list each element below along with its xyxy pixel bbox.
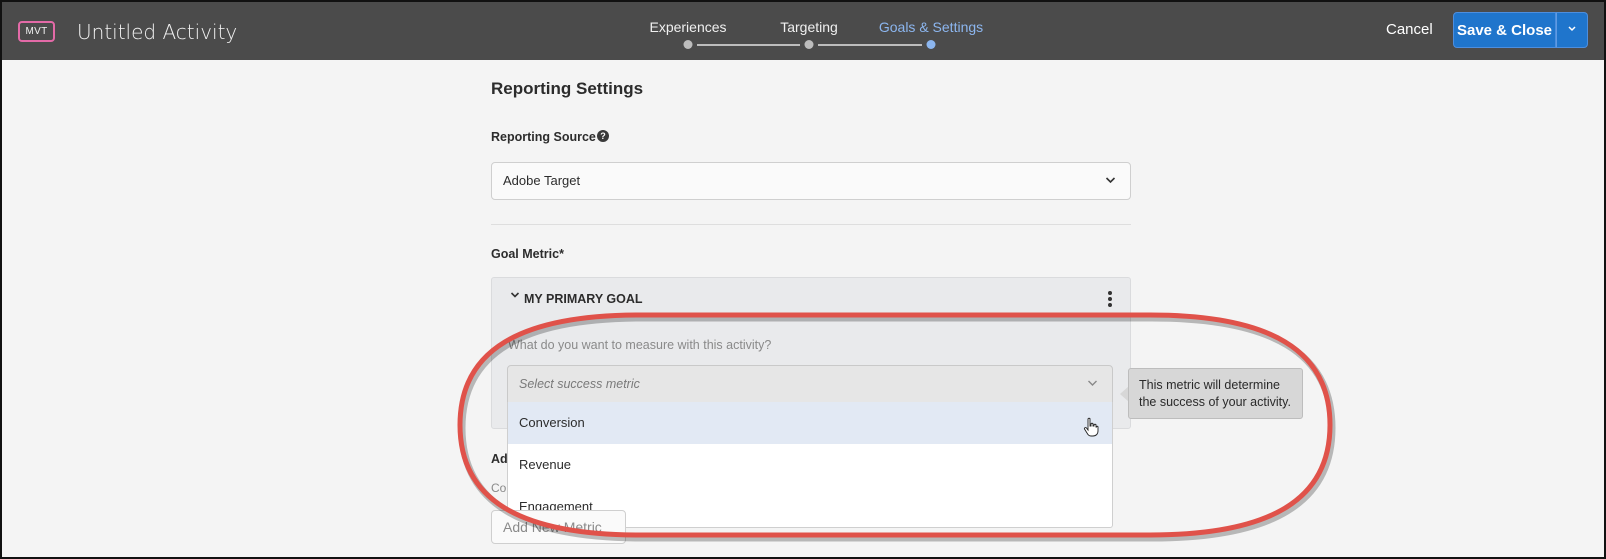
section-divider — [491, 224, 1131, 225]
success-metric-select[interactable]: Select success metric — [507, 365, 1113, 403]
step-connector — [818, 44, 922, 46]
step-goals-settings[interactable]: Goals & Settings — [879, 19, 983, 35]
cancel-button[interactable]: Cancel — [1386, 21, 1433, 38]
additional-metrics-text: Co — [491, 481, 507, 495]
option-revenue[interactable]: Revenue — [508, 444, 1112, 486]
step-connector — [697, 44, 800, 46]
step-targeting[interactable]: Targeting — [780, 19, 838, 35]
chevron-down-icon — [1087, 366, 1098, 402]
metric-question: What do you want to measure with this ac… — [508, 338, 772, 352]
reporting-settings-title: Reporting Settings — [491, 79, 644, 98]
collapse-chevron-icon[interactable] — [510, 291, 520, 302]
reporting-source-select[interactable]: Adobe Target — [491, 162, 1131, 200]
additional-metrics-label: Ad — [491, 452, 508, 466]
reporting-source-label: Reporting Source — [491, 130, 596, 144]
add-metric-button[interactable]: Add New Metric — [491, 510, 626, 544]
save-options-button[interactable] — [1556, 12, 1588, 48]
activity-type-badge: MVT — [18, 21, 55, 42]
chevron-down-icon — [1568, 26, 1576, 32]
option-conversion[interactable]: Conversion — [508, 402, 1112, 444]
success-metric-placeholder: Select success metric — [519, 377, 640, 391]
step-dot-targeting[interactable] — [804, 40, 814, 49]
activity-title[interactable]: Untitled Activity — [77, 20, 237, 44]
chevron-down-icon — [1105, 163, 1116, 199]
goal-metric-label: Goal Metric* — [491, 247, 564, 261]
metric-tooltip: This metric will determine the success o… — [1128, 368, 1303, 419]
step-dot-experiences[interactable] — [683, 40, 693, 49]
more-options-icon[interactable] — [1107, 290, 1113, 308]
step-dot-goals-settings[interactable] — [926, 40, 936, 49]
help-icon[interactable]: ? — [597, 130, 609, 142]
top-bar: MVT Untitled Activity Experiences Target… — [0, 0, 1606, 60]
reporting-source-value: Adobe Target — [503, 173, 581, 188]
step-experiences[interactable]: Experiences — [649, 19, 726, 35]
save-close-button[interactable]: Save & Close — [1453, 12, 1556, 48]
hand-cursor-icon — [1083, 417, 1099, 437]
primary-goal-title: MY PRIMARY GOAL — [524, 292, 643, 306]
